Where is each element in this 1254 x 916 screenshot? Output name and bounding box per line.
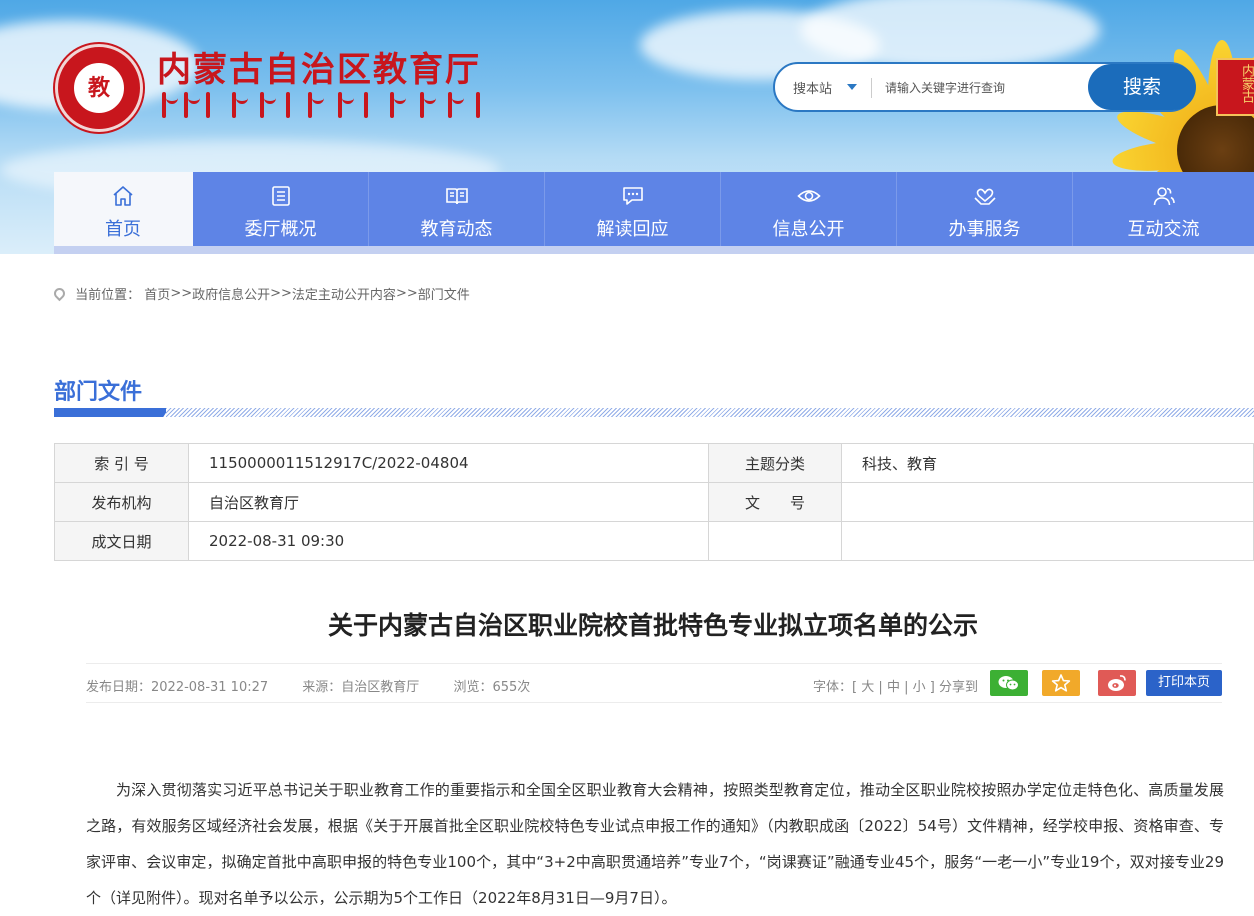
location-pin-icon	[51, 285, 68, 302]
font-label: 字体：[	[813, 680, 858, 695]
share-label: 分享到	[938, 680, 978, 695]
wechat-icon	[998, 676, 1019, 691]
empty-cell	[841, 521, 1254, 561]
breadcrumb-item-department-docs[interactable]: 部门文件	[418, 288, 470, 303]
empty-cell	[708, 521, 842, 561]
search-scope-select[interactable]: 搜本站	[793, 78, 832, 97]
nav-underline	[54, 246, 1254, 254]
breadcrumb-separator: >>	[170, 286, 193, 301]
nav-label: 互动交流	[1127, 219, 1200, 240]
print-button[interactable]: 打印本页	[1146, 670, 1222, 696]
nav-label: 教育动态	[420, 219, 493, 240]
nav-label: 首页	[105, 219, 141, 240]
breadcrumb-item-disclosure[interactable]: 政府信息公开	[192, 288, 270, 303]
index-number-label: 索 引 号	[54, 443, 189, 483]
document-number-label: 文 号	[708, 482, 842, 522]
mongolian-script-title	[158, 88, 488, 120]
book-icon	[445, 188, 468, 205]
created-date-value: 2022-08-31 09:30	[188, 521, 709, 561]
site-title: 内蒙古自治区教育厅	[157, 50, 481, 90]
article-body: 为深入贯彻落实习近平总书记关于职业教育工作的重要指示和全国全区职业教育大会精神，…	[86, 781, 1224, 907]
section-title: 部门文件	[54, 380, 143, 405]
article-title: 关于内蒙古自治区职业院校首批特色专业拟立项名单的公示	[327, 611, 978, 640]
search-input[interactable]	[885, 74, 1085, 102]
nav-item-interaction[interactable]: 互动交流	[1073, 172, 1254, 248]
font-label-close: ]	[929, 680, 935, 695]
chat-icon	[622, 187, 643, 205]
breadcrumb-item-home[interactable]: 首页	[144, 288, 170, 303]
main-nav: 首页 委厅概况 教育动态 解读回应 信息公开 办事服务 互动交流	[54, 172, 1254, 248]
search-divider	[871, 78, 872, 98]
nav-label: 办事服务	[948, 219, 1021, 240]
home-icon	[113, 186, 133, 206]
table-row: 索 引 号 1150000011512917C/2022-04804 主题分类 …	[54, 443, 1254, 483]
section-divider	[54, 408, 1254, 417]
font-size-small-link[interactable]: 小	[913, 680, 926, 695]
people-icon	[1153, 187, 1175, 206]
view-count: 浏览：655次	[453, 680, 531, 695]
article-source: 来源：自治区教育厅	[302, 680, 420, 695]
eye-icon	[796, 190, 821, 202]
nav-item-interpretation[interactable]: 解读回应	[545, 172, 721, 248]
article-meta-bar: 发布日期：2022-08-31 10:27 来源：自治区教育厅 浏览：655次 …	[86, 663, 1222, 703]
issuer-value: 自治区教育厅	[188, 482, 709, 522]
created-date-label: 成文日期	[54, 521, 189, 561]
share-wechat-button[interactable]	[990, 670, 1028, 696]
table-row: 成文日期 2022-08-31 09:30	[54, 521, 1254, 561]
share-weibo-button[interactable]	[1098, 670, 1136, 696]
breadcrumb-item-statutory[interactable]: 法定主动公开内容	[292, 288, 396, 303]
handshake-icon	[973, 188, 996, 205]
breadcrumb-separator: >>	[395, 286, 418, 301]
search-button[interactable]: 搜索	[1088, 64, 1196, 110]
index-number-value: 1150000011512917C/2022-04804	[188, 443, 709, 483]
table-row: 发布机构 自治区教育厅 文 号	[54, 482, 1254, 522]
document-number-value	[841, 482, 1254, 522]
breadcrumb-separator: >>	[270, 286, 292, 301]
nav-item-home[interactable]: 首页	[54, 172, 193, 248]
nav-label: 委厅概况	[244, 219, 317, 240]
font-size-large-link[interactable]: 大	[861, 680, 874, 695]
star-icon	[1051, 674, 1071, 692]
topic-label: 主题分类	[708, 443, 842, 483]
nav-label: 解读回应	[596, 219, 669, 240]
topic-value: 科技、教育	[841, 443, 1254, 483]
chevron-down-icon[interactable]	[847, 84, 857, 90]
side-banner-tag[interactable]: 内蒙古	[1216, 58, 1254, 116]
nav-item-overview[interactable]: 委厅概况	[193, 172, 369, 248]
breadcrumb-prefix: 当前位置：	[75, 288, 141, 303]
site-logo[interactable]: 教	[55, 44, 143, 132]
font-size-control: 字体：[ 大 | 中 | 小 ] 分享到	[813, 680, 978, 695]
list-icon	[271, 186, 290, 206]
issuer-label: 发布机构	[54, 482, 189, 522]
document-meta-table: 索 引 号 1150000011512917C/2022-04804 主题分类 …	[54, 443, 1254, 561]
publish-date: 发布日期：2022-08-31 10:27	[86, 680, 269, 695]
logo-glyph: 教	[87, 75, 110, 101]
font-size-medium-link[interactable]: 中	[887, 680, 900, 695]
weibo-icon	[1108, 675, 1126, 691]
search-bar: 搜本站 搜索	[773, 62, 1196, 112]
nav-item-disclosure[interactable]: 信息公开	[721, 172, 897, 248]
nav-item-news[interactable]: 教育动态	[369, 172, 545, 248]
breadcrumb: 当前位置： 首页>>政府信息公开>>法定主动公开内容>>部门文件	[51, 284, 470, 303]
nav-item-services[interactable]: 办事服务	[897, 172, 1073, 248]
share-favorite-button[interactable]	[1042, 670, 1080, 696]
nav-label: 信息公开	[772, 219, 845, 240]
